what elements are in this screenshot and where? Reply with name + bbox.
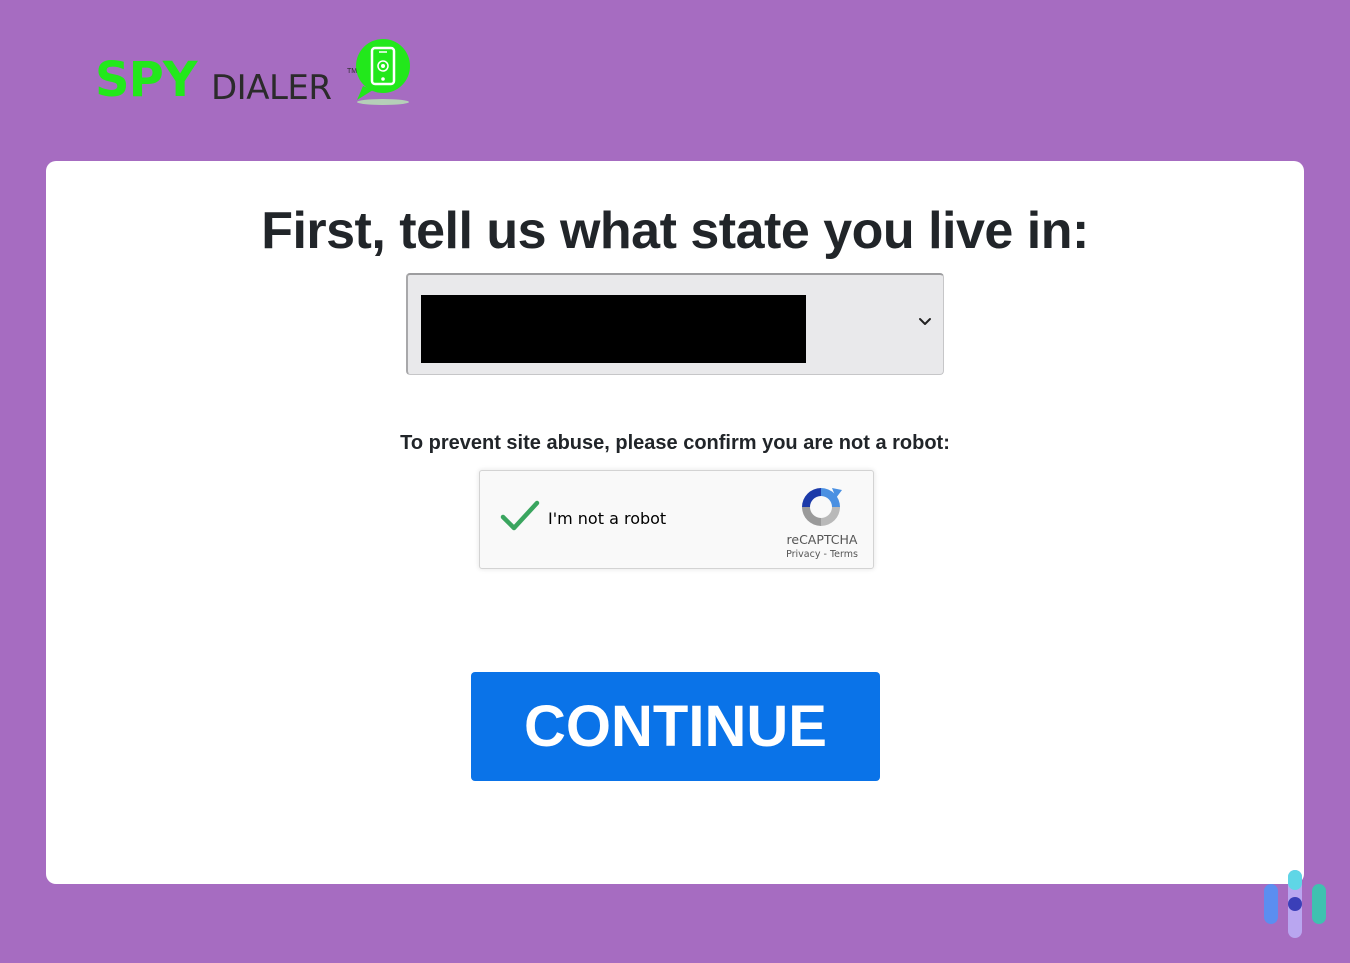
recaptcha-terms-link[interactable]: Terms (830, 549, 858, 560)
state-select[interactable] (406, 273, 944, 375)
spydialer-logo[interactable]: SPY DIALER TM (95, 36, 415, 108)
chevron-down-icon (919, 318, 931, 325)
recaptcha-links: Privacy - Terms (770, 549, 874, 560)
checkmark-icon[interactable] (500, 499, 540, 533)
phone-bubble-icon (356, 39, 410, 105)
brand-bars-icon (1264, 870, 1326, 938)
recaptcha-widget: I'm not a robot reCAPTCHA Privacy - Term… (479, 470, 874, 569)
logo-spy-text: SPY (95, 52, 198, 108)
recaptcha-logo-icon (802, 488, 842, 526)
continue-button[interactable]: CONTINUE (471, 672, 880, 781)
page-title: First, tell us what state you live in: (261, 202, 1089, 260)
logo-dialer-text: DIALER (211, 68, 332, 108)
recaptcha-privacy-link[interactable]: Privacy (786, 549, 820, 560)
state-form-card: First, tell us what state you live in: T… (46, 161, 1304, 884)
recaptcha-link-separator: - (820, 549, 830, 560)
state-select-value-redacted (421, 295, 806, 363)
recaptcha-brand: reCAPTCHA (786, 532, 858, 547)
robot-prompt: To prevent site abuse, please confirm yo… (400, 432, 950, 454)
recaptcha-label[interactable]: I'm not a robot (548, 509, 666, 528)
